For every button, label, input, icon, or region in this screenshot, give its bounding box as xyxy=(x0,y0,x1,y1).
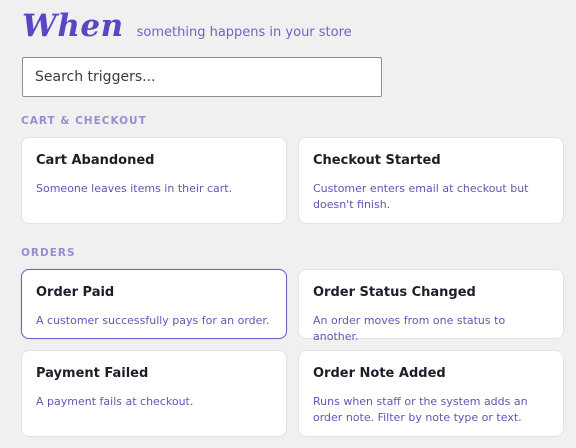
trigger-card-description: A customer successfully pays for an orde… xyxy=(36,314,270,327)
trigger-card-description: Someone leaves items in their cart. xyxy=(36,182,233,195)
trigger-card-description: An order moves from one status to anothe… xyxy=(313,314,506,343)
trigger-card-title: Order Paid xyxy=(36,285,115,300)
trigger-card-order-status-changed[interactable]: Order Status Changed An order moves from… xyxy=(298,269,564,343)
trigger-card-checkout-started[interactable]: Checkout Started Customer enters email a… xyxy=(298,137,564,224)
trigger-card-description: A payment fails at checkout. xyxy=(36,395,194,408)
trigger-card-title: Payment Failed xyxy=(36,366,149,381)
search-triggers-input[interactable] xyxy=(22,57,382,97)
trigger-card-title: Order Status Changed xyxy=(313,285,476,300)
trigger-card-title: Order Note Added xyxy=(313,366,446,381)
trigger-card-order-note-added[interactable]: Order Note Added Runs when staff or the … xyxy=(298,350,564,437)
section-label-orders: ORDERS xyxy=(21,247,76,259)
trigger-card-description: Runs when staff or the system adds an or… xyxy=(313,395,528,424)
section-label-cart-checkout: CART & CHECKOUT xyxy=(21,115,147,127)
trigger-card-cart-abandoned[interactable]: Cart Abandoned Someone leaves items in t… xyxy=(21,137,287,224)
header: When something happens in your store xyxy=(22,8,352,44)
trigger-card-title: Checkout Started xyxy=(313,153,441,168)
page-title: When xyxy=(22,8,124,44)
trigger-card-order-paid[interactable]: Order Paid A customer successfully pays … xyxy=(21,269,287,339)
trigger-picker: When something happens in your store CAR… xyxy=(0,0,576,448)
page-subtitle: something happens in your store xyxy=(136,25,352,40)
trigger-card-title: Cart Abandoned xyxy=(36,153,155,168)
trigger-card-description: Customer enters email at checkout but do… xyxy=(313,182,529,211)
trigger-card-payment-failed[interactable]: Payment Failed A payment fails at checko… xyxy=(21,350,287,437)
